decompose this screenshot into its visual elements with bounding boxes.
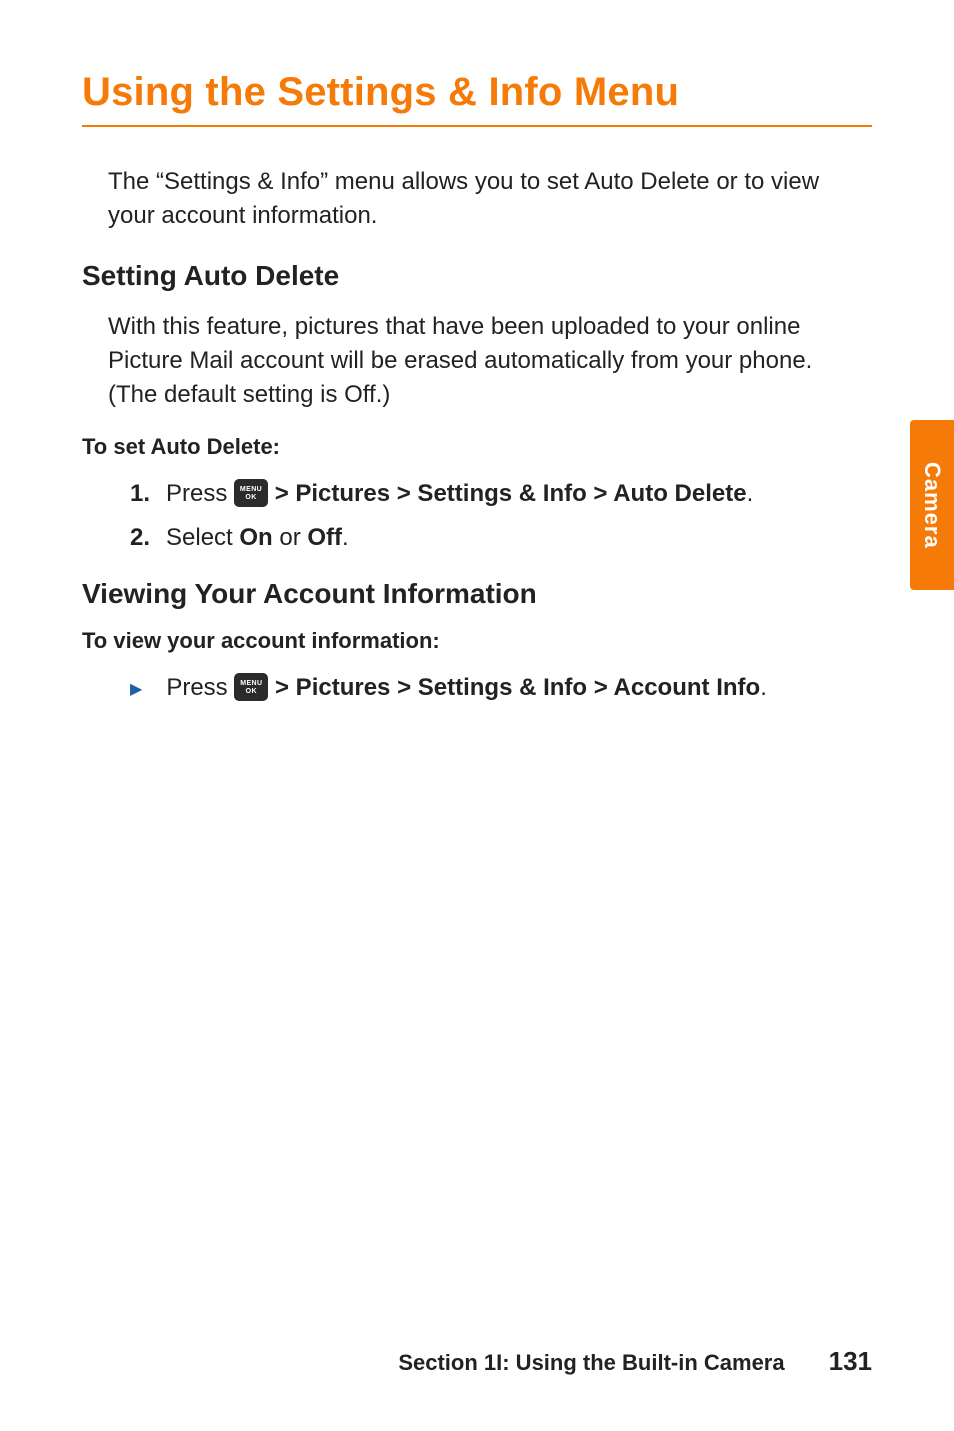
page-content: The “Settings & Info” menu allows you to… — [82, 165, 872, 706]
page-footer: Section 1I: Using the Built-in Camera 13… — [0, 1346, 954, 1377]
step-number: 1. — [130, 476, 154, 512]
key-top-label: MENU — [240, 486, 262, 493]
step-body: Select On or Off. — [166, 520, 862, 556]
side-tab-camera: Camera — [910, 420, 954, 590]
menu-ok-key-icon: MENU OK — [234, 673, 268, 701]
auto-delete-description: With this feature, pictures that have be… — [108, 310, 862, 412]
step-text: or — [273, 524, 308, 551]
menu-path: > Pictures > Settings & Info > Account I… — [275, 674, 760, 701]
step-body: Press MENU OK > Pictures > Settings & In… — [166, 476, 862, 512]
page-title: Using the Settings & Info Menu — [82, 70, 872, 115]
key-bottom-label: OK — [245, 494, 256, 501]
steps-list: 1. Press MENU OK > Pictures > Settings &… — [108, 476, 862, 556]
step-end: . — [760, 674, 767, 701]
option-off: Off — [307, 524, 342, 551]
section-heading-auto-delete: Setting Auto Delete — [82, 260, 862, 292]
arrow-list: ▶ Press MENU OK > Pictures > Settings & … — [108, 670, 862, 706]
step-text: Select — [166, 524, 239, 551]
title-rule: Using the Settings & Info Menu — [82, 70, 872, 127]
document-page: Using the Settings & Info Menu The “Sett… — [0, 0, 954, 1431]
menu-ok-key-icon: MENU OK — [234, 479, 268, 507]
option-on: On — [239, 524, 272, 551]
key-top-label: MENU — [240, 680, 262, 687]
side-tab-label: Camera — [919, 462, 945, 549]
subhead-set-auto-delete: To set Auto Delete: — [82, 434, 862, 460]
subhead-view-account: To view your account information: — [82, 628, 862, 654]
step-end: . — [342, 524, 349, 551]
footer-page-number: 131 — [829, 1346, 872, 1377]
step-text: Press — [166, 674, 234, 701]
step-number: 2. — [130, 520, 154, 556]
step-end: . — [747, 480, 754, 507]
step-1: 1. Press MENU OK > Pictures > Settings &… — [130, 476, 862, 512]
triangle-bullet-icon: ▶ — [130, 678, 142, 702]
intro-paragraph: The “Settings & Info” menu allows you to… — [108, 165, 862, 232]
step-2: 2. Select On or Off. — [130, 520, 862, 556]
key-bottom-label: OK — [246, 688, 257, 695]
step-text: Press — [166, 480, 234, 507]
menu-path: > Pictures > Settings & Info > Auto Dele… — [275, 480, 747, 507]
footer-section-label: Section 1I: Using the Built-in Camera — [398, 1350, 784, 1376]
arrow-item: ▶ Press MENU OK > Pictures > Settings & … — [130, 670, 862, 706]
arrow-body: Press MENU OK > Pictures > Settings & In… — [166, 670, 862, 706]
section-heading-account-info: Viewing Your Account Information — [82, 578, 862, 610]
